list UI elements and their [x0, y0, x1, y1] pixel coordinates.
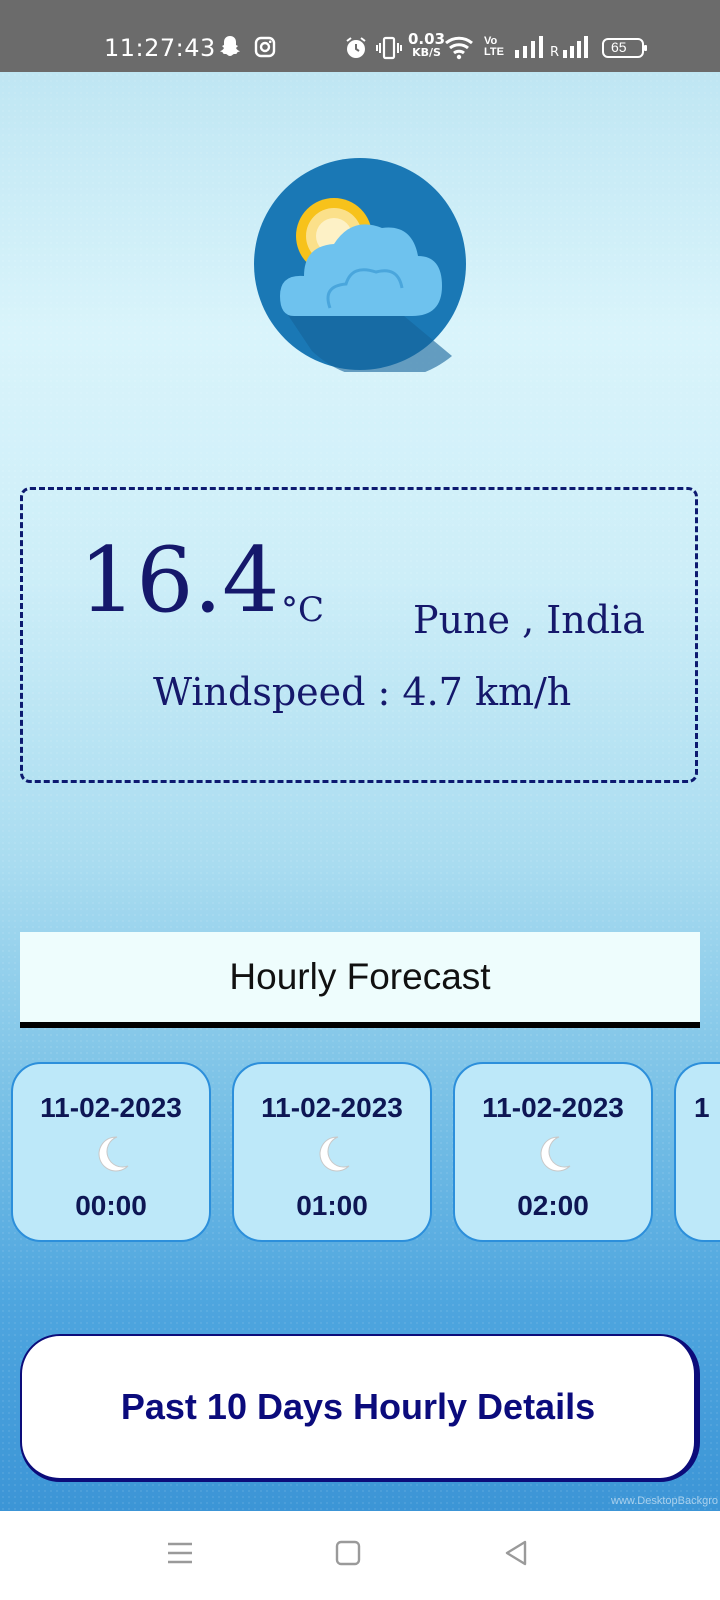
net-speed-value: 0.03	[408, 30, 446, 48]
home-square-icon[interactable]	[334, 1539, 362, 1572]
snapchat-icon	[218, 34, 242, 65]
forecast-card[interactable]: 1	[674, 1062, 720, 1242]
menu-icon[interactable]	[166, 1539, 194, 1572]
forecast-time: 02:00	[517, 1190, 589, 1221]
hourly-forecast-header: Hourly Forecast	[20, 932, 700, 1028]
moon-icon	[98, 1136, 129, 1172]
battery-icon: 65	[602, 37, 648, 64]
temperature-unit: °C	[281, 590, 325, 630]
forecast-card[interactable]: 11-02-2023 00:00	[11, 1062, 211, 1242]
location-label: Pune , India	[413, 598, 645, 642]
forecast-time: 00:00	[75, 1190, 147, 1221]
forecast-date: 11-02-2023	[482, 1092, 624, 1123]
forecast-card[interactable]: 11-02-2023 01:00	[232, 1062, 432, 1242]
wifi-icon	[444, 34, 476, 65]
navigation-bar	[0, 1511, 720, 1600]
svg-text:R: R	[550, 45, 559, 58]
alarm-icon	[344, 36, 368, 65]
status-bar: 11:27:43 0.03 KB/S Vo LTE R 65	[0, 0, 720, 72]
forecast-time: 01:00	[296, 1190, 368, 1221]
signal-icon	[514, 36, 544, 63]
watermark: www.DesktopBackgro	[611, 1495, 718, 1507]
current-weather-panel: 16.4 °C Pune , India Windspeed : 4.7 km/…	[20, 487, 698, 783]
status-time: 11:27:43	[104, 34, 216, 62]
roaming-signal-icon: R	[550, 36, 592, 63]
hourly-forecast-list[interactable]: 11-02-2023 00:00 11-02-2023 01:00 11-02-…	[0, 1062, 720, 1252]
moon-icon	[319, 1136, 350, 1172]
net-speed-indicator: 0.03 KB/S	[408, 30, 446, 60]
instagram-icon	[254, 36, 276, 63]
forecast-date: 11-02-2023	[40, 1092, 182, 1123]
windspeed-label: Windspeed : 4.7 km/h	[153, 670, 572, 714]
net-speed-unit: KB/S	[412, 46, 441, 59]
moon-icon	[540, 1136, 571, 1172]
temperature-value: 16.4	[79, 528, 280, 633]
app-content: 16.4 °C Pune , India Windspeed : 4.7 km/…	[0, 72, 720, 1511]
volte-icon: Vo LTE	[484, 35, 504, 58]
forecast-date: 11-02-2023	[261, 1092, 403, 1123]
vibrate-icon	[376, 36, 402, 65]
forecast-card[interactable]: 11-02-2023 02:00	[453, 1062, 653, 1242]
partly-cloudy-icon	[252, 156, 468, 380]
forecast-date: 1	[694, 1092, 710, 1123]
back-triangle-icon[interactable]	[502, 1539, 530, 1572]
past-10-days-button[interactable]: Past 10 Days Hourly Details	[20, 1334, 700, 1482]
battery-level: 65	[611, 39, 627, 55]
